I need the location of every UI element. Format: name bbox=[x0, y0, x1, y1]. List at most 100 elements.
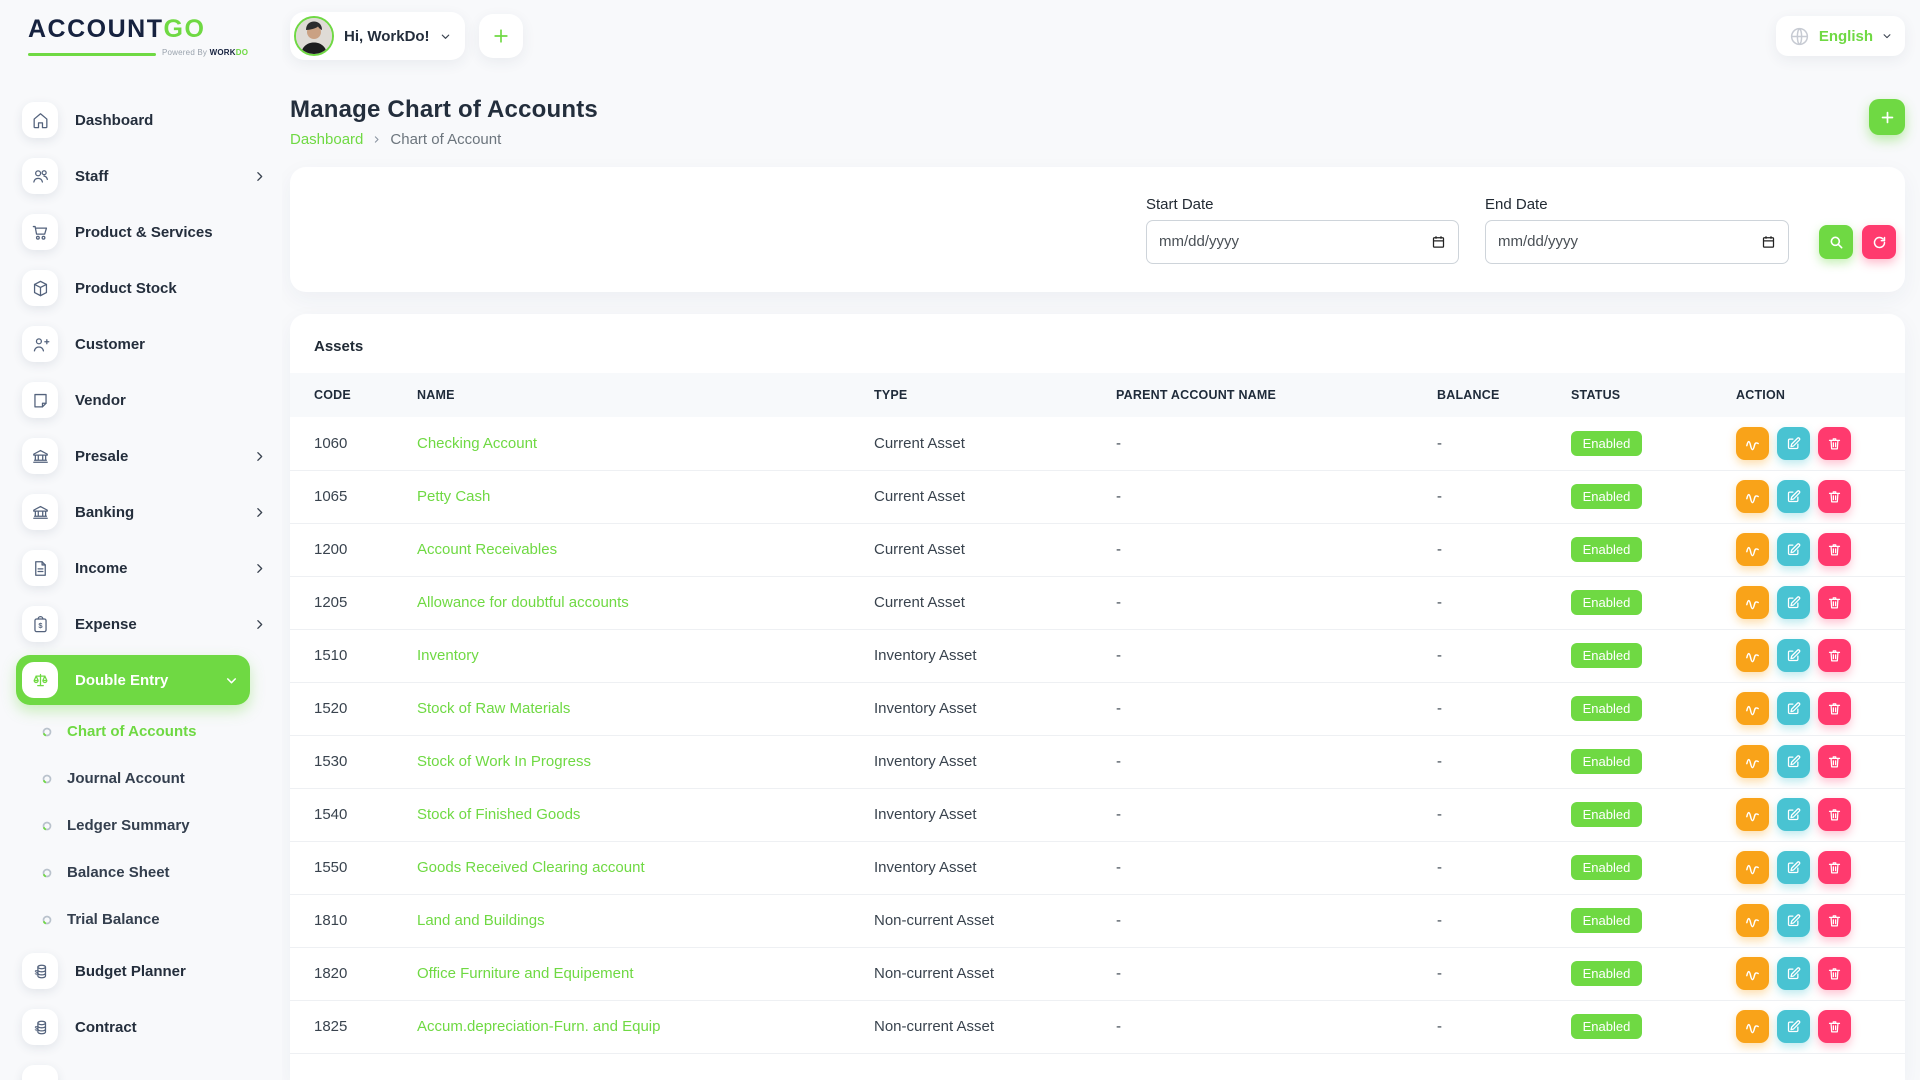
reset-button[interactable] bbox=[1862, 225, 1896, 259]
activity-button[interactable] bbox=[1736, 639, 1769, 672]
sidebar-item-staff[interactable]: Staff bbox=[0, 148, 282, 204]
cell-code: 1825 bbox=[290, 1000, 393, 1053]
account-name-link[interactable]: Checking Account bbox=[417, 435, 537, 452]
sidebar-item-double-entry[interactable]: Double Entry bbox=[16, 655, 250, 705]
start-date-input[interactable]: mm/dd/yyyy bbox=[1146, 220, 1459, 264]
table-row: 1205Allowance for doubtful accountsCurre… bbox=[290, 576, 1905, 629]
scales-icon bbox=[22, 662, 58, 698]
cell-parent: - bbox=[1092, 523, 1413, 576]
breadcrumb-dashboard-link[interactable]: Dashboard bbox=[290, 131, 363, 148]
svg-text:$: $ bbox=[34, 969, 38, 976]
brand-logo[interactable]: ACCOUNTGO Powered By WORKDO bbox=[0, 0, 282, 92]
svg-text:$: $ bbox=[34, 1025, 38, 1032]
edit-button[interactable] bbox=[1777, 692, 1810, 725]
calendar-icon[interactable] bbox=[1761, 234, 1776, 249]
activity-button[interactable] bbox=[1736, 904, 1769, 937]
delete-button[interactable] bbox=[1818, 639, 1851, 672]
delete-icon bbox=[1827, 648, 1842, 663]
sidebar-subitem-balance-sheet[interactable]: Balance Sheet bbox=[0, 849, 282, 896]
delete-button[interactable] bbox=[1818, 798, 1851, 831]
cell-name: Allowance for doubtful accounts bbox=[393, 576, 850, 629]
delete-button[interactable] bbox=[1818, 427, 1851, 460]
end-date-input[interactable]: mm/dd/yyyy bbox=[1485, 220, 1789, 264]
edit-icon bbox=[1786, 436, 1801, 451]
account-name-link[interactable]: Stock of Finished Goods bbox=[417, 806, 580, 823]
sidebar-item-product-services[interactable]: Product & Services bbox=[0, 204, 282, 260]
delete-button[interactable] bbox=[1818, 692, 1851, 725]
delete-button[interactable] bbox=[1818, 586, 1851, 619]
search-button[interactable] bbox=[1819, 225, 1853, 259]
account-name-link[interactable]: Accum.depreciation-Furn. and Equip bbox=[417, 1018, 660, 1035]
cell-status: Enabled bbox=[1547, 788, 1712, 841]
activity-icon bbox=[1744, 700, 1761, 717]
edit-button[interactable] bbox=[1777, 851, 1810, 884]
edit-button[interactable] bbox=[1777, 957, 1810, 990]
edit-button[interactable] bbox=[1777, 480, 1810, 513]
account-name-link[interactable]: Land and Buildings bbox=[417, 912, 545, 929]
cell-type: Current Asset bbox=[850, 576, 1092, 629]
account-name-link[interactable]: Office Furniture and Equipement bbox=[417, 965, 634, 982]
activity-button[interactable] bbox=[1736, 745, 1769, 778]
delete-button[interactable] bbox=[1818, 957, 1851, 990]
activity-button[interactable] bbox=[1736, 586, 1769, 619]
activity-icon bbox=[1744, 965, 1761, 982]
delete-button[interactable] bbox=[1818, 904, 1851, 937]
sidebar-item-vendor[interactable]: Vendor bbox=[0, 372, 282, 428]
sidebar-item-income[interactable]: Income bbox=[0, 540, 282, 596]
delete-button[interactable] bbox=[1818, 1010, 1851, 1043]
edit-button[interactable] bbox=[1777, 798, 1810, 831]
language-selector[interactable]: English bbox=[1776, 16, 1905, 56]
add-workspace-button[interactable] bbox=[479, 14, 523, 58]
activity-button[interactable] bbox=[1736, 692, 1769, 725]
main-area: Hi, WorkDo! English Manage C bbox=[282, 0, 1920, 1080]
edit-button[interactable] bbox=[1777, 427, 1810, 460]
activity-icon bbox=[1744, 912, 1761, 929]
account-name-link[interactable]: Stock of Raw Materials bbox=[417, 700, 570, 717]
activity-button[interactable] bbox=[1736, 533, 1769, 566]
activity-button[interactable] bbox=[1736, 798, 1769, 831]
sidebar-item-customer[interactable]: Customer bbox=[0, 316, 282, 372]
activity-button[interactable] bbox=[1736, 851, 1769, 884]
edit-button[interactable] bbox=[1777, 586, 1810, 619]
sidebar-item-presale[interactable]: Presale bbox=[0, 428, 282, 484]
sidebar-item-label: Product Stock bbox=[75, 280, 266, 297]
sidebar-item-dashboard[interactable]: Dashboard bbox=[0, 92, 282, 148]
delete-icon bbox=[1827, 436, 1842, 451]
edit-button[interactable] bbox=[1777, 745, 1810, 778]
account-name-link[interactable]: Allowance for doubtful accounts bbox=[417, 594, 629, 611]
edit-button[interactable] bbox=[1777, 904, 1810, 937]
edit-button[interactable] bbox=[1777, 1010, 1810, 1043]
delete-button[interactable] bbox=[1818, 745, 1851, 778]
account-name-link[interactable]: Inventory bbox=[417, 647, 479, 664]
accounts-table-card: Assets CODENAMETYPEPARENT ACCOUNT NAMEBA… bbox=[290, 314, 1905, 1080]
activity-button[interactable] bbox=[1736, 427, 1769, 460]
delete-button[interactable] bbox=[1818, 851, 1851, 884]
sidebar-subitem-label: Trial Balance bbox=[67, 911, 160, 928]
sidebar-subitem-chart-of-accounts[interactable]: Chart of Accounts bbox=[0, 708, 282, 755]
delete-button[interactable] bbox=[1818, 480, 1851, 513]
user-menu[interactable]: Hi, WorkDo! bbox=[290, 12, 465, 60]
sidebar-item-expense[interactable]: $Expense bbox=[0, 596, 282, 652]
sidebar-subitem-ledger-summary[interactable]: Ledger Summary bbox=[0, 802, 282, 849]
calendar-icon[interactable] bbox=[1431, 234, 1446, 249]
activity-button[interactable] bbox=[1736, 480, 1769, 513]
activity-button[interactable] bbox=[1736, 957, 1769, 990]
account-name-link[interactable]: Stock of Work In Progress bbox=[417, 753, 591, 770]
bullet-icon bbox=[42, 915, 52, 925]
edit-button[interactable] bbox=[1777, 639, 1810, 672]
delete-button[interactable] bbox=[1818, 533, 1851, 566]
sidebar-item-label: Budget Planner bbox=[75, 963, 266, 980]
account-name-link[interactable]: Account Receivables bbox=[417, 541, 557, 558]
account-name-link[interactable]: Petty Cash bbox=[417, 488, 490, 505]
sidebar-item-contract[interactable]: $Contract bbox=[0, 999, 282, 1055]
create-account-button[interactable] bbox=[1869, 99, 1905, 135]
activity-button[interactable] bbox=[1736, 1010, 1769, 1043]
sidebar-item-product-stock[interactable]: Product Stock bbox=[0, 260, 282, 316]
column-header-name: NAME bbox=[393, 373, 850, 417]
sidebar-item-banking[interactable]: Banking bbox=[0, 484, 282, 540]
sidebar-item-budget-planner[interactable]: $ Budget Planner bbox=[0, 943, 282, 999]
account-name-link[interactable]: Goods Received Clearing account bbox=[417, 859, 645, 876]
sidebar-subitem-trial-balance[interactable]: Trial Balance bbox=[0, 896, 282, 943]
sidebar-subitem-journal-account[interactable]: Journal Account bbox=[0, 755, 282, 802]
edit-button[interactable] bbox=[1777, 533, 1810, 566]
